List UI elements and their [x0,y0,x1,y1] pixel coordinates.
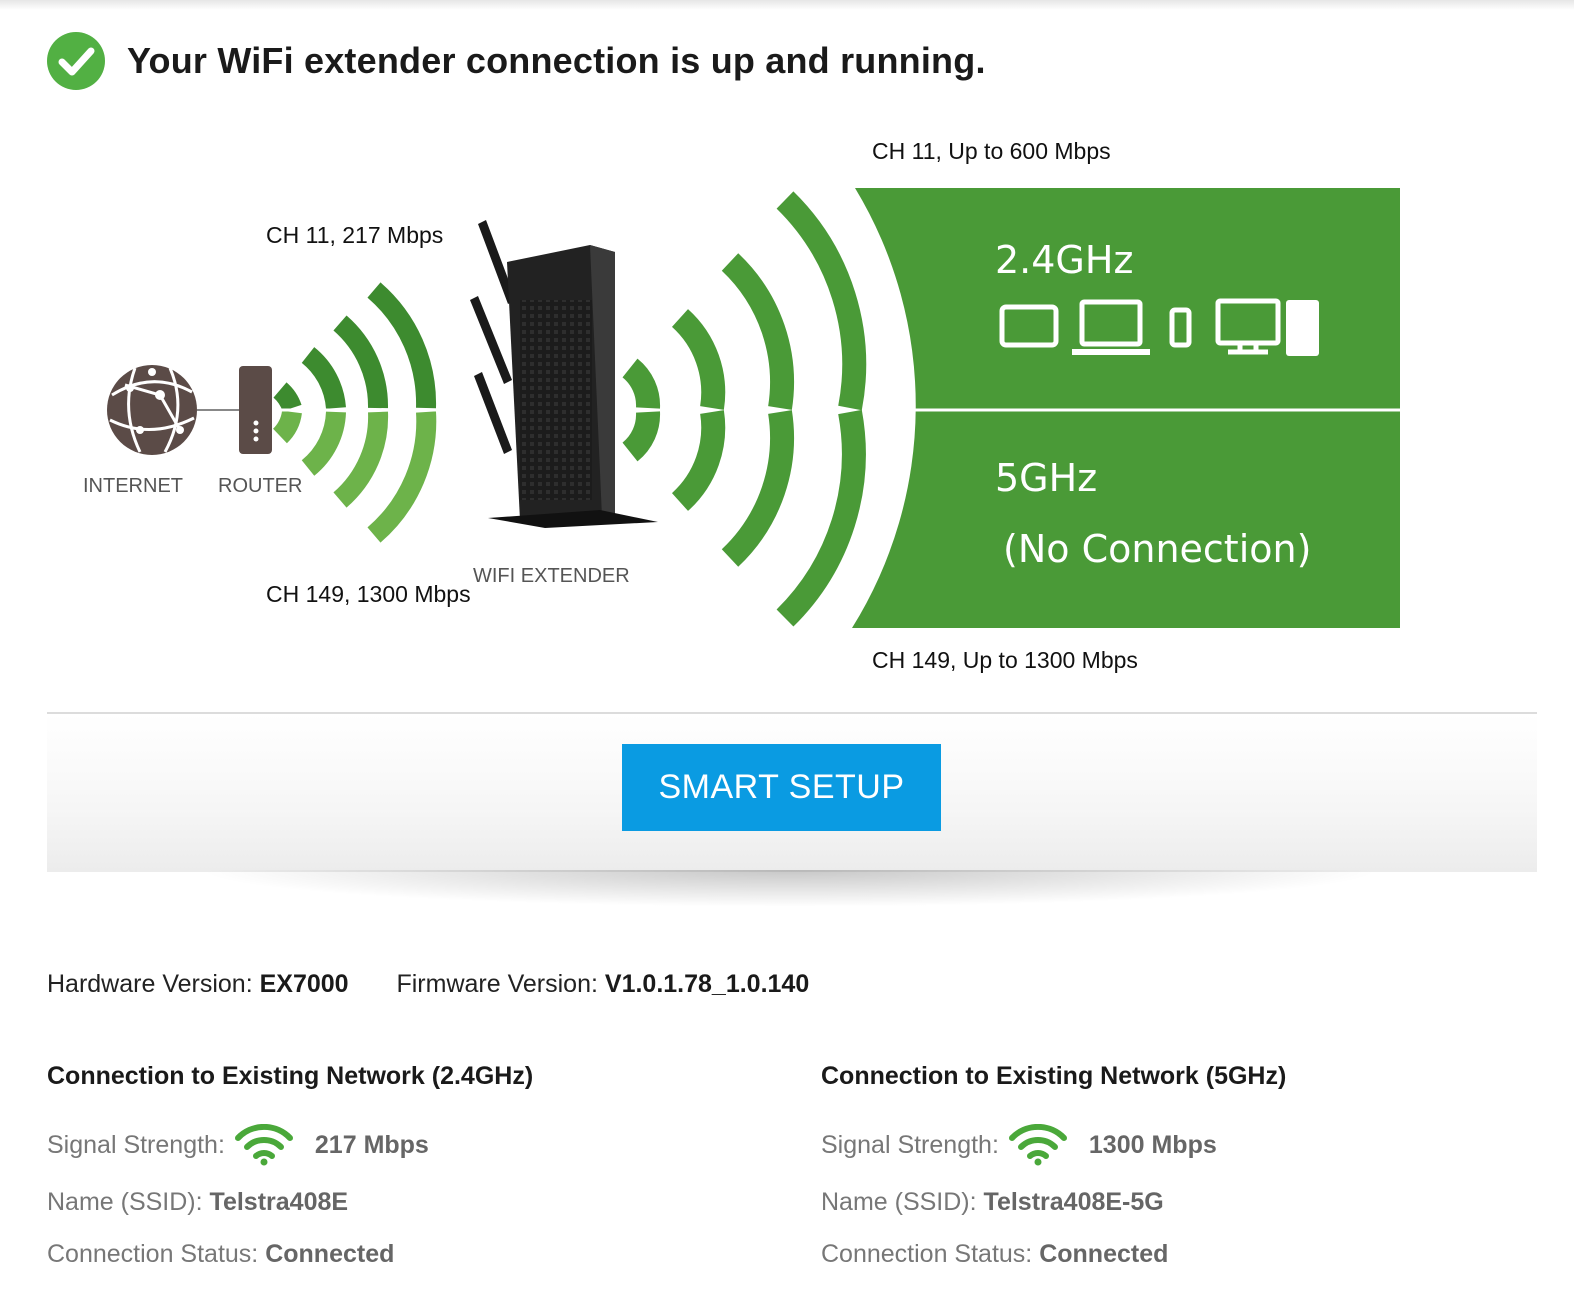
wifi-signal-icon [1008,1124,1067,1166]
ssid-label: Name (SSID): [47,1188,203,1216]
router-signal-arcs [272,282,437,543]
internet-globe-icon [107,365,197,455]
band-5-status: (No Connection) [1003,527,1312,571]
router-label: ROUTER [218,475,303,497]
hardware-version-value: EX7000 [259,970,349,998]
connection-status-row: Connection Status: Connected [821,1240,1168,1269]
connection-status-row: Connection Status: Connected [47,1240,394,1269]
router-icon [239,366,272,454]
internet-label: INTERNET [83,475,183,497]
ssid-value: Telstra408E-5G [983,1188,1164,1216]
connection-diagram: CH 11, Up to 600 Mbps CH 11, 217 Mbps IN… [0,110,1574,700]
network-24ghz-title: Connection to Existing Network (2.4GHz) [47,1062,534,1090]
connection-status-label: Connection Status: [821,1240,1033,1268]
version-info: Hardware Version: EX7000 Firmware Versio… [47,970,809,999]
check-circle-icon [47,32,105,90]
signal-strength-label: Signal Strength: [821,1130,999,1159]
connection-status-label: Connection Status: [47,1240,259,1268]
firmware-version-value: V1.0.1.78_1.0.140 [604,970,810,998]
router-link-24-label: CH 11, 217 Mbps [266,222,444,248]
signal-strength-label: Signal Strength: [47,1130,225,1159]
ssid-row: Name (SSID): Telstra408E-5G [821,1188,1164,1217]
wifi-signal-icon [234,1124,293,1166]
smart-setup-button[interactable]: SMART SETUP [622,744,941,831]
network-24ghz-section: Connection to Existing Network (2.4GHz) … [47,1062,747,1268]
band-5-label: 5GHz [995,456,1098,500]
network-5ghz-title: Connection to Existing Network (5GHz) [821,1062,1287,1090]
top-shadow [0,0,1574,10]
desktop-tower-icon [1286,300,1319,356]
connection-status-value: Connected [1039,1240,1169,1268]
network-5ghz-section: Connection to Existing Network (5GHz) Si… [821,1062,1521,1268]
band-24-label: 2.4GHz [995,238,1134,282]
client-link-5-label: CH 149, Up to 1300 Mbps [872,647,1138,673]
diagram-graphic [107,188,1400,628]
signal-strength-row: Signal Strength: 1300 Mbps [821,1124,1217,1166]
extender-label: WIFI EXTENDER [473,565,630,587]
signal-speed: 217 Mbps [314,1130,429,1159]
firmware-version-label: Firmware Version: [396,970,598,998]
ssid-value: Telstra408E [209,1188,349,1216]
status-line: Your WiFi extender connection is up and … [47,30,986,92]
router-link-5-label: CH 149, 1300 Mbps [266,581,471,607]
signal-strength-row: Signal Strength: 217 Mbps [47,1124,429,1166]
connection-status-value: Connected [265,1240,395,1268]
status-message: Your WiFi extender connection is up and … [127,40,986,81]
ssid-row: Name (SSID): Telstra408E [47,1188,348,1217]
setup-shadow [150,870,1430,910]
hardware-version-label: Hardware Version: [47,970,253,998]
signal-speed: 1300 Mbps [1088,1130,1217,1159]
ssid-label: Name (SSID): [821,1188,977,1216]
client-link-24-label: CH 11, Up to 600 Mbps [872,138,1111,164]
